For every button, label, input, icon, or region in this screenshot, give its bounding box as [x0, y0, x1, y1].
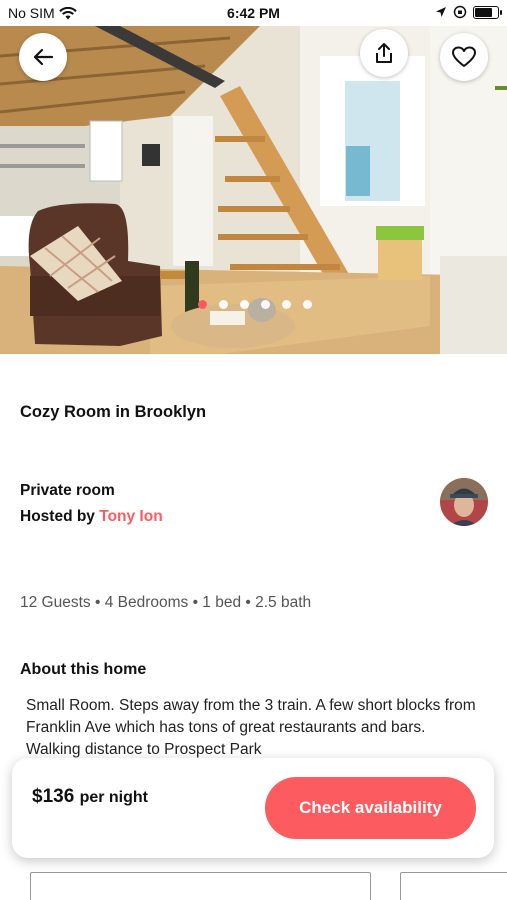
- about-description: Small Room. Steps away from the 3 train.…: [26, 697, 476, 758]
- favorite-button[interactable]: [440, 33, 488, 81]
- battery-icon: [473, 5, 502, 19]
- pager-dot[interactable]: [282, 300, 291, 309]
- price-amount: $136: [32, 786, 75, 807]
- status-bar: No SIM 6:42 PM: [0, 0, 507, 26]
- price-label: $136 per night: [32, 786, 148, 808]
- per-night-label: per night: [79, 789, 148, 806]
- heart-icon: [452, 46, 476, 67]
- pager-dot[interactable]: [219, 300, 228, 309]
- pager-dot[interactable]: [261, 300, 270, 309]
- host-name-link[interactable]: Tony Ion: [99, 508, 162, 525]
- hosted-by: Hosted by Tony Ion: [20, 508, 163, 526]
- pager-dot[interactable]: [303, 300, 312, 309]
- hosted-by-label: Hosted by: [20, 508, 95, 525]
- host-avatar-image: [440, 478, 488, 526]
- status-right: [435, 5, 502, 19]
- pager-dot-active[interactable]: [198, 300, 207, 309]
- location-arrow-icon: [436, 7, 446, 17]
- status-time: 6:42 PM: [227, 5, 280, 21]
- back-button[interactable]: [19, 33, 67, 81]
- host-avatar[interactable]: [440, 478, 488, 526]
- about-title: About this home: [20, 661, 147, 678]
- share-icon: [376, 43, 392, 63]
- listing-photo[interactable]: [0, 26, 507, 354]
- peek-card[interactable]: [30, 872, 371, 900]
- pager-dot[interactable]: [240, 300, 249, 309]
- check-availability-button[interactable]: Check availability: [265, 777, 476, 839]
- orientation-lock-icon: [453, 5, 467, 19]
- share-button[interactable]: [360, 29, 408, 77]
- booking-bar: $136 per night Check availability: [12, 758, 494, 858]
- peek-card[interactable]: [400, 872, 507, 900]
- listing-specs: 12 Guests • 4 Bedrooms • 1 bed • 2.5 bat…: [20, 594, 312, 611]
- photo-pager[interactable]: [198, 300, 312, 309]
- arrow-left-icon: [33, 48, 54, 66]
- room-type: Private room: [20, 482, 115, 499]
- listing-title: Cozy Room in Brooklyn: [20, 403, 207, 421]
